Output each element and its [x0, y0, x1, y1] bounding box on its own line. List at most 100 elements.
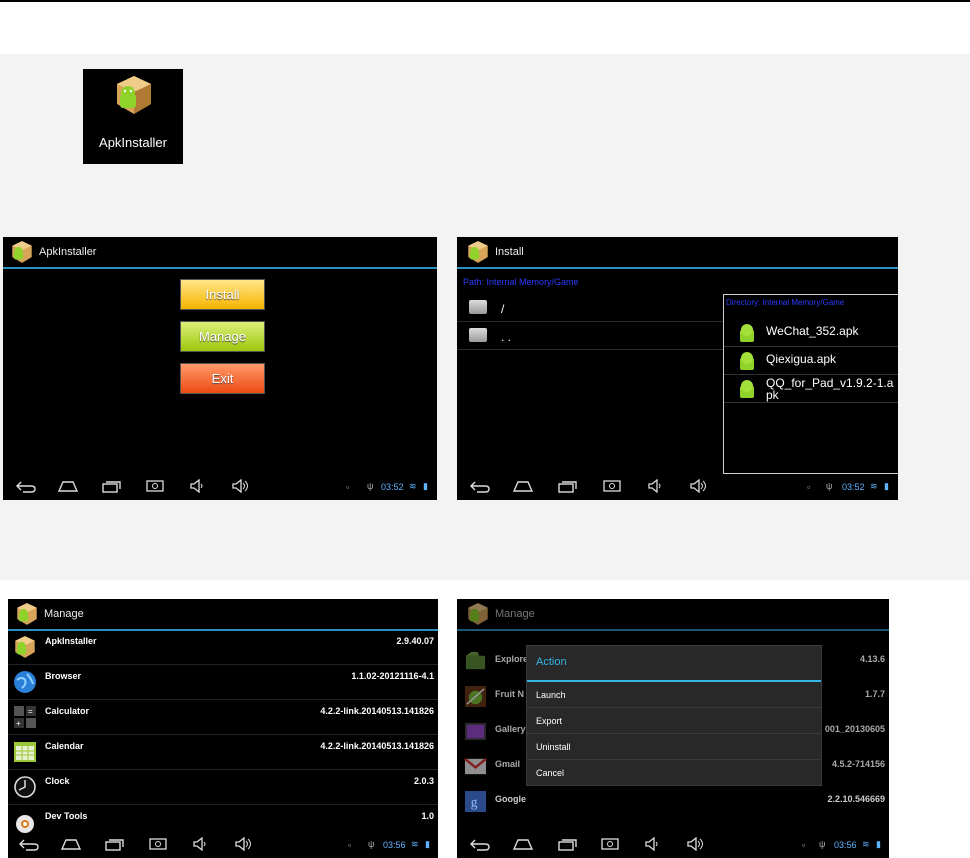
app-version: 1.1.02-20121116-4.1: [351, 671, 434, 681]
cancel-menu-item[interactable]: Cancel: [527, 760, 821, 786]
calendar-icon: [14, 742, 36, 762]
folder-icon: [469, 328, 487, 342]
clock-icon: [14, 776, 36, 798]
app-version: 001_20130605: [824, 724, 885, 734]
app-name: Dev Tools: [45, 811, 88, 821]
title-text: Manage: [44, 608, 84, 620]
clock-time: 03:52: [381, 482, 404, 492]
install-button[interactable]: Install: [180, 279, 265, 310]
app-version: 4.2.2-link.20140513.141826: [320, 741, 434, 751]
launch-menu-item[interactable]: Launch: [527, 682, 821, 708]
export-menu-item[interactable]: Export: [527, 708, 821, 734]
google-icon: g: [464, 790, 487, 813]
folder-row-root[interactable]: /: [457, 294, 727, 322]
action-dialog: Action Launch Export Uninstall Cancel: [526, 645, 822, 786]
uninstall-menu-item[interactable]: Uninstall: [527, 734, 821, 760]
svg-text:g: g: [471, 794, 478, 809]
manage-button[interactable]: Manage: [180, 321, 265, 352]
title-bar: Manage: [457, 599, 889, 631]
app-name: Calendar: [45, 741, 84, 751]
wifi-icon: ≋: [862, 839, 870, 849]
title-text: Manage: [495, 608, 535, 620]
apk-item[interactable]: WeChat_352.apk: [724, 319, 898, 347]
recent-apps-icon[interactable]: [557, 479, 579, 493]
app-row[interactable]: Calendar 4.2.2-link.20140513.141826: [8, 735, 438, 770]
volume-up-icon[interactable]: [686, 837, 706, 851]
app-name: Browser: [45, 671, 82, 681]
volume-down-icon[interactable]: [192, 837, 210, 851]
volume-up-icon[interactable]: [231, 479, 251, 493]
explorer-icon: [465, 651, 486, 670]
screenshot-icon[interactable]: [600, 837, 620, 851]
back-icon[interactable]: [15, 480, 37, 494]
recent-apps-icon[interactable]: [557, 837, 579, 851]
screenshot-icon[interactable]: [145, 479, 165, 493]
volume-up-icon[interactable]: [234, 837, 254, 851]
app-row[interactable]: ApkInstaller 2.9.40.07: [8, 630, 438, 665]
back-icon[interactable]: [469, 480, 491, 494]
volume-down-icon[interactable]: [647, 479, 665, 493]
folder-row-parent[interactable]: . .: [457, 322, 727, 350]
apk-item[interactable]: QQ_for_Pad_v1.9.2-1.apk: [724, 375, 898, 403]
app-icon: [468, 603, 488, 625]
folder-name: /: [501, 302, 505, 316]
folder-icon: [469, 300, 487, 314]
apk-installer-icon: [15, 636, 35, 658]
gallery-icon: [464, 722, 487, 741]
home-icon[interactable]: [512, 837, 534, 851]
top-divider: [0, 0, 970, 2]
apk-item[interactable]: Qiexigua.apk: [724, 347, 898, 375]
home-icon[interactable]: [57, 479, 79, 493]
recent-apps-icon[interactable]: [104, 837, 126, 851]
app-row[interactable]: + = Calculator 4.2.2-link.20140513.141826: [8, 700, 438, 735]
title-text: Install: [495, 246, 524, 258]
title-bar: Install: [457, 237, 898, 269]
app-name: Fruit N: [495, 689, 524, 699]
gallery-notification-icon: ▫: [348, 840, 352, 850]
usb-icon: ψ: [826, 481, 833, 491]
screenshot-icon[interactable]: [148, 837, 168, 851]
volume-down-icon[interactable]: [644, 837, 662, 851]
app-name: Google: [495, 794, 526, 804]
usb-icon: ψ: [819, 839, 826, 849]
svg-text:+: +: [16, 719, 21, 728]
home-icon[interactable]: [512, 479, 534, 493]
system-nav-bar: ▫ ψ 03:52 ≋ ▮: [457, 474, 898, 500]
folder-name: . .: [501, 330, 512, 344]
back-icon[interactable]: [469, 838, 491, 852]
home-icon[interactable]: [60, 837, 82, 851]
battery-icon: ▮: [423, 481, 428, 491]
app-version: 2.2.10.546669: [827, 794, 885, 804]
clock-time: 03:52: [842, 482, 865, 492]
gallery-notification-icon: ▫: [802, 840, 806, 850]
volume-up-icon[interactable]: [689, 479, 709, 493]
clock-time: 03:56: [383, 840, 406, 850]
launcher-label: ApkInstaller: [99, 135, 167, 150]
app-icon: [12, 241, 32, 263]
screen-main: ApkInstaller Install Manage Exit ▫ ψ 03:…: [3, 237, 437, 500]
volume-down-icon[interactable]: [189, 479, 207, 493]
apk-installer-icon: [117, 76, 151, 114]
app-version: 2.0.3: [413, 776, 434, 786]
wifi-icon: ≋: [409, 481, 417, 491]
title-text: ApkInstaller: [39, 246, 97, 258]
app-row[interactable]: Browser 1.1.02-20121116-4.1: [8, 665, 438, 700]
app-version: 1.0: [421, 811, 434, 821]
android-apk-icon: [740, 352, 754, 370]
apk-name: QQ_for_Pad_v1.9.2-1.apk: [766, 376, 894, 402]
back-icon[interactable]: [18, 838, 40, 852]
app-version: 4.13.6: [859, 654, 885, 664]
android-apk-icon: [740, 324, 754, 342]
system-nav-bar: ▫ ψ 03:56 ≋ ▮: [8, 832, 438, 858]
exit-button[interactable]: Exit: [180, 363, 265, 394]
app-version: 1.7.7: [864, 689, 885, 699]
app-row[interactable]: g Google 2.2.10.546669: [457, 783, 889, 818]
launcher-apkinstaller[interactable]: ApkInstaller: [83, 69, 183, 164]
app-name: Gallery: [495, 724, 526, 734]
app-row[interactable]: Clock 2.0.3: [8, 770, 438, 805]
directory-label: Directory: Internal Memory/Game: [726, 298, 845, 307]
recent-apps-icon[interactable]: [101, 479, 123, 493]
gmail-icon: [464, 757, 487, 775]
screenshot-icon[interactable]: [602, 479, 622, 493]
app-name: Clock: [45, 776, 70, 786]
